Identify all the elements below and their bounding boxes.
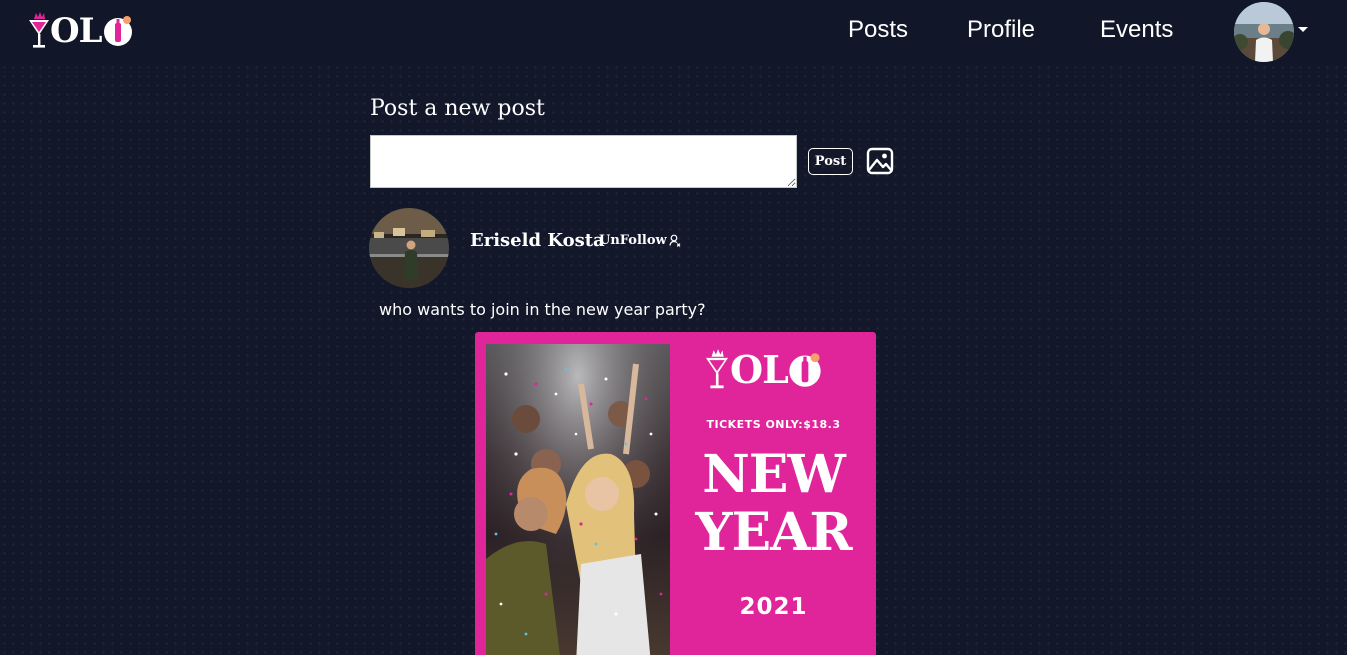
nav-posts-link[interactable]: Posts — [848, 16, 908, 44]
bottle-badge-icon — [789, 353, 821, 387]
user-remove-icon — [669, 234, 681, 247]
author-name[interactable]: Eriseld Kosta — [470, 230, 605, 251]
flyer-tickets-text: TICKETS ONLY:$18.3 — [706, 418, 841, 431]
unfollow-button[interactable]: UnFollow — [599, 233, 681, 248]
bottle-badge-icon — [103, 16, 132, 46]
avatar-photo — [1234, 2, 1294, 62]
post-button[interactable]: Post — [808, 148, 853, 175]
flyer-headline-line2: YEAR — [695, 502, 852, 563]
cocktail-glass-icon — [29, 12, 49, 48]
party-photo — [486, 344, 670, 655]
logo-text: OL — [50, 11, 103, 51]
composer-title: Post a new post — [370, 96, 545, 121]
party-crowd-illustration — [486, 344, 670, 655]
unfollow-label: UnFollow — [599, 233, 667, 248]
flyer-headline-line1: NEW — [702, 444, 846, 505]
nav-profile-link[interactable]: Profile — [967, 16, 1035, 44]
brand-logo[interactable]: OL — [26, 10, 133, 52]
author-avatar-photo — [369, 208, 449, 288]
flyer-logo: OL — [702, 348, 822, 392]
author-avatar[interactable] — [369, 208, 449, 288]
post-image[interactable]: OL TICKETS ONLY:$18.3 NEW YEAR 2021 — [475, 332, 876, 655]
top-navbar: OL Posts Profile Events — [0, 0, 1347, 64]
new-post-input[interactable] — [370, 135, 797, 188]
cocktail-glass-icon — [706, 349, 728, 389]
user-avatar[interactable] — [1234, 2, 1294, 62]
flyer-headline: NEW YEAR — [671, 446, 876, 562]
flyer-logo-text: OL — [730, 347, 789, 392]
caret-down-icon[interactable] — [1298, 27, 1308, 32]
nav-events-link[interactable]: Events — [1100, 16, 1173, 44]
post-text: who wants to join in the new year party? — [379, 300, 706, 319]
flyer-year: 2021 — [739, 594, 808, 620]
image-icon[interactable] — [866, 147, 894, 175]
